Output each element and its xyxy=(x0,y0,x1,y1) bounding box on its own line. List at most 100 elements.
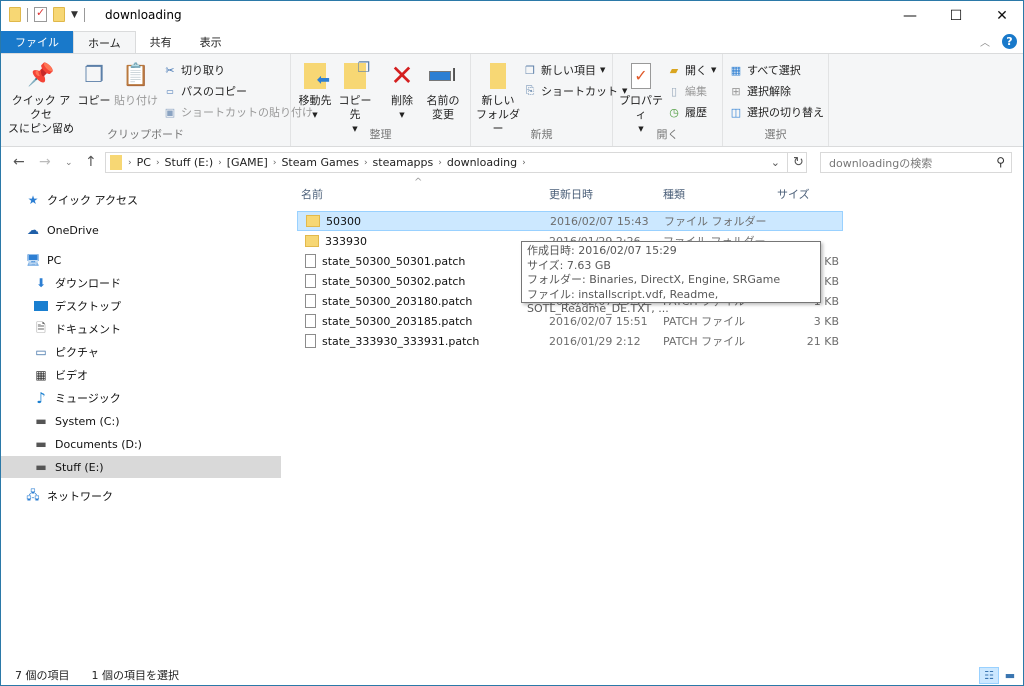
paste-button[interactable]: 📋 貼り付け xyxy=(113,62,159,108)
organize-group: ⬅ 移動先 ▼ ❐ コピー先 ▼ ✕ 削除 ▼ I 名前の 変更 整理 xyxy=(291,54,471,146)
invert-selection-button[interactable]: ◫ 選択の切り替え xyxy=(729,104,824,120)
star-icon: ★ xyxy=(27,193,39,207)
close-button[interactable]: ✕ xyxy=(979,1,1024,31)
shortcut-icon: ⎘ xyxy=(525,84,535,97)
list-item[interactable]: 50300 2016/02/07 15:43 ファイル フォルダー xyxy=(297,211,843,231)
sidebar-item-pictures[interactable]: ▭ ピクチャ xyxy=(1,341,281,363)
select-none-button[interactable]: ⊞ 選択解除 xyxy=(729,83,791,99)
tooltip-files: ファイル: installscript.vdf, Readme, SOTL_Re… xyxy=(527,287,719,316)
refresh-icon: ↻ xyxy=(793,155,804,170)
sidebar-item-system-c[interactable]: ▬ System (C:) xyxy=(1,410,281,432)
sidebar-item-desktop[interactable]: デスクトップ xyxy=(1,295,281,317)
customize-toolbar-chevron-icon[interactable]: ▼ xyxy=(71,10,78,20)
new-folder-button[interactable]: 新しい フォルダー xyxy=(475,62,521,136)
sidebar-item-documents-d[interactable]: ▬ Documents (D:) xyxy=(1,433,281,455)
copy-button[interactable]: ❐ コピー xyxy=(77,62,111,108)
open-button[interactable]: ▰ 開く ▼ xyxy=(667,62,717,78)
address-history-chevron-icon[interactable]: ⌄ xyxy=(771,156,780,169)
column-header-type[interactable]: 種類 xyxy=(663,186,685,202)
tab-home[interactable]: ホーム xyxy=(73,31,136,53)
tab-file[interactable]: ファイル xyxy=(1,31,73,53)
copy-to-button[interactable]: ❐ コピー先 ▼ xyxy=(337,61,373,136)
new-item-button[interactable]: ❐ 新しい項目 ▼ xyxy=(523,62,605,78)
pin-icon: 📌 xyxy=(27,63,55,88)
breadcrumb-separator[interactable]: › xyxy=(522,158,526,168)
open-icon: ▰ xyxy=(669,63,679,77)
video-icon: ▦ xyxy=(35,368,47,382)
breadcrumb-steam-games[interactable]: Steam Games xyxy=(276,156,364,169)
properties-icon[interactable] xyxy=(34,6,47,22)
tab-share[interactable]: 共有 xyxy=(136,31,186,53)
navigation-pane: ★ クイック アクセス ☁ OneDrive 🖥 PC ⬇ ダウンロード デスク… xyxy=(1,181,281,651)
sidebar-item-videos[interactable]: ▦ ビデオ xyxy=(1,364,281,386)
search-input[interactable]: downloadingの検索 ⚲ xyxy=(820,152,1012,173)
drive-icon: ▬ xyxy=(35,437,47,451)
easy-access-shortcut-button[interactable]: ⎘ ショートカット ▼ xyxy=(523,83,628,99)
clipboard-icon: 📋 xyxy=(122,63,150,88)
ribbon-tabs: ファイル ホーム 共有 表示 xyxy=(1,31,1023,53)
properties-button[interactable]: ✓ プロパティ ▼ xyxy=(617,62,665,136)
sidebar-item-quick-access[interactable]: ★ クイック アクセス xyxy=(1,189,281,211)
new-item-icon: ❐ xyxy=(525,63,535,77)
network-icon: 🖧 xyxy=(26,487,40,502)
select-all-icon: ▦ xyxy=(730,63,742,77)
large-icons-view-button[interactable]: ▬ xyxy=(1000,667,1020,684)
delete-button[interactable]: ✕ 削除 ▼ xyxy=(387,62,417,122)
address-bar[interactable]: › PC › Stuff (E:) › [GAME] › Steam Games… xyxy=(105,152,807,173)
move-to-button[interactable]: ⬅ 移動先 ▼ xyxy=(297,62,333,122)
sidebar-item-pc[interactable]: 🖥 PC xyxy=(1,249,281,271)
forward-arrow-icon[interactable]: → xyxy=(39,154,51,170)
sidebar-item-stuff-e[interactable]: ▬ Stuff (E:) xyxy=(1,456,281,478)
collapse-ribbon-chevron-icon[interactable]: ︿ xyxy=(980,34,990,49)
file-icon xyxy=(305,334,316,348)
column-header-name[interactable]: 名前 xyxy=(301,186,323,202)
cut-button[interactable]: ✂ 切り取り xyxy=(163,62,225,78)
title-bar: ▼ downloading — ☐ ✕ xyxy=(1,1,1023,31)
recent-locations-chevron-icon[interactable]: ⌄ xyxy=(65,158,73,168)
column-header-size[interactable]: サイズ xyxy=(777,186,810,202)
breadcrumb-pc[interactable]: PC xyxy=(132,156,156,169)
breadcrumb-steamapps[interactable]: steamapps xyxy=(368,156,439,169)
maximize-button[interactable]: ☐ xyxy=(933,1,979,31)
navigation-bar: ← → ⌄ ↑ › PC › Stuff (E:) › [GAME] › Ste… xyxy=(1,150,1023,177)
dropdown-arrow-icon: ▼ xyxy=(600,66,606,74)
copy-path-button[interactable]: ▭ パスのコピー xyxy=(163,83,247,99)
quick-access-toolbar: ▼ xyxy=(9,6,85,22)
new-folder-icon[interactable] xyxy=(53,7,65,22)
sidebar-item-documents[interactable]: 🗎 ドキュメント xyxy=(1,318,281,340)
sidebar-item-onedrive[interactable]: ☁ OneDrive xyxy=(1,219,281,241)
column-header-date[interactable]: 更新日時 xyxy=(549,186,593,202)
history-button[interactable]: ◷ 履歴 xyxy=(667,104,707,120)
open-group: ✓ プロパティ ▼ ▰ 開く ▼ ▯ 編集 ◷ 履歴 開く xyxy=(613,54,723,146)
picture-icon: ▭ xyxy=(35,345,47,359)
list-item[interactable]: state_333930_333931.patch 2016/01/29 2:1… xyxy=(297,331,843,351)
delete-x-icon: ✕ xyxy=(390,59,414,92)
pin-quick-access-button[interactable]: 📌 クイック アクセ スにピン留め xyxy=(7,62,75,136)
sidebar-item-downloads[interactable]: ⬇ ダウンロード xyxy=(1,272,281,294)
select-all-button[interactable]: ▦ すべて選択 xyxy=(729,62,801,78)
ribbon-controls: ︿ ? xyxy=(980,34,1017,49)
refresh-button[interactable]: ↻ xyxy=(787,152,809,173)
sidebar-item-music[interactable]: ♪ ミュージック xyxy=(1,387,281,409)
divider xyxy=(27,7,28,22)
breadcrumb-stuff-drive[interactable]: Stuff (E:) xyxy=(160,156,219,169)
tab-view[interactable]: 表示 xyxy=(186,31,236,53)
minimize-button[interactable]: — xyxy=(887,1,933,31)
up-arrow-icon[interactable]: ↑ xyxy=(85,154,97,170)
cloud-icon: ☁ xyxy=(27,223,39,237)
tooltip-size: サイズ: 7.63 GB xyxy=(527,258,611,272)
breadcrumb-game[interactable]: [GAME] xyxy=(222,156,273,169)
sidebar-item-network[interactable]: 🖧 ネットワーク xyxy=(1,485,281,507)
edit-icon: ▯ xyxy=(670,84,678,98)
edit-button[interactable]: ▯ 編集 xyxy=(667,83,707,99)
rename-icon: I xyxy=(429,62,457,90)
breadcrumb-downloading[interactable]: downloading xyxy=(442,156,522,169)
rename-button[interactable]: I 名前の 変更 xyxy=(423,62,463,122)
properties-icon: ✓ xyxy=(627,62,655,90)
details-view-button[interactable]: ☷ xyxy=(979,667,999,684)
back-arrow-icon[interactable]: ← xyxy=(13,154,25,170)
desktop-icon xyxy=(33,299,49,313)
details-view-icon: ☷ xyxy=(984,669,994,682)
help-icon[interactable]: ? xyxy=(1002,34,1017,49)
search-icon[interactable]: ⚲ xyxy=(996,155,1005,169)
